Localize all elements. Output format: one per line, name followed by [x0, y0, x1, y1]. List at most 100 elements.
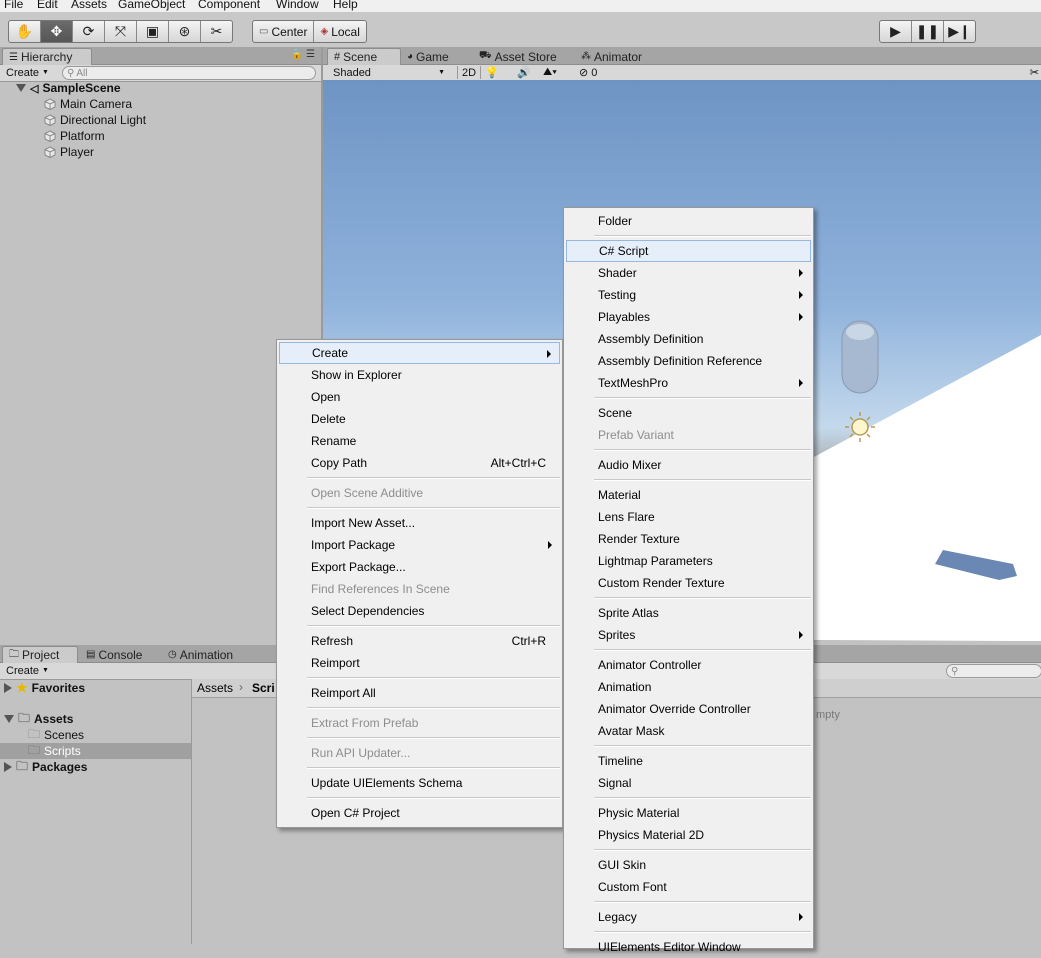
- menu-item-folder[interactable]: Folder: [566, 210, 811, 232]
- menu-item-avatar-mask[interactable]: Avatar Mask: [566, 720, 811, 742]
- menu-item-animator-controller[interactable]: Animator Controller: [566, 654, 811, 676]
- menu-item-show-in-explorer[interactable]: Show in Explorer: [279, 364, 560, 386]
- tab-scene[interactable]: # Scene: [327, 48, 401, 65]
- menu-item-audio-mixer[interactable]: Audio Mixer: [566, 454, 811, 476]
- hand-tool-button[interactable]: ✋: [9, 21, 41, 42]
- hidden-objects-toggle[interactable]: ⊘ 0: [579, 66, 597, 80]
- menu-item-testing[interactable]: Testing: [566, 284, 811, 306]
- menu-item-render-texture[interactable]: Render Texture: [566, 528, 811, 550]
- step-button[interactable]: ▶❙: [944, 21, 975, 42]
- menu-separator: [307, 767, 560, 769]
- play-button[interactable]: ▶: [880, 21, 912, 42]
- rect-tool-button[interactable]: ▣: [137, 21, 169, 42]
- menu-item-create[interactable]: Create: [279, 342, 560, 364]
- lighting-toggle[interactable]: 💡: [485, 66, 499, 79]
- breadcrumb-scripts[interactable]: Scri: [252, 681, 275, 695]
- menu-item-textmeshpro[interactable]: TextMeshPro: [566, 372, 811, 394]
- menu-item-lens-flare[interactable]: Lens Flare: [566, 506, 811, 528]
- menu-item-delete[interactable]: Delete: [279, 408, 560, 430]
- menu-item-material[interactable]: Material: [566, 484, 811, 506]
- hierarchy-item-directional-light[interactable]: Directional Light: [44, 112, 146, 128]
- menu-assets[interactable]: Assets: [71, 0, 107, 11]
- audio-toggle[interactable]: 🔊: [517, 66, 531, 79]
- collapse-arrow-icon[interactable]: [4, 762, 12, 772]
- menu-item-refresh[interactable]: Refresh Ctrl+R: [279, 630, 560, 652]
- transform-tool-button[interactable]: ⊛: [169, 21, 201, 42]
- hierarchy-item-platform[interactable]: Platform: [44, 128, 105, 144]
- menu-item-assembly-definition[interactable]: Assembly Definition: [566, 328, 811, 350]
- shading-mode-dropdown[interactable]: Shaded ▼: [333, 66, 445, 79]
- menu-file[interactable]: File: [4, 0, 23, 11]
- menu-item-physics-material-2d[interactable]: Physics Material 2D: [566, 824, 811, 846]
- menu-item-import-package[interactable]: Import Package: [279, 534, 560, 556]
- menu-item-playables[interactable]: Playables: [566, 306, 811, 328]
- menu-item-export-package[interactable]: Export Package...: [279, 556, 560, 578]
- hierarchy-item-player[interactable]: Player: [44, 144, 94, 160]
- move-tool-button[interactable]: ✥: [41, 21, 73, 42]
- panel-menu-icon[interactable]: 🔒 ☰: [291, 49, 315, 60]
- scale-tool-button[interactable]: ⤧: [105, 21, 137, 42]
- tab-scene-label: Scene: [343, 50, 378, 64]
- expand-arrow-icon[interactable]: [4, 715, 14, 723]
- menu-item-c-script[interactable]: C# Script: [566, 240, 811, 262]
- hierarchy-create-dropdown[interactable]: Create ▼: [6, 66, 49, 79]
- menu-item-label: Reimport All: [311, 686, 376, 700]
- menu-item-update-uielements-schema[interactable]: Update UIElements Schema: [279, 772, 560, 794]
- pause-button[interactable]: ❚❚: [912, 21, 944, 42]
- gizmo-tools-icon[interactable]: ✂: [1030, 66, 1039, 79]
- menu-item-select-dependencies[interactable]: Select Dependencies: [279, 600, 560, 622]
- menu-component[interactable]: Component: [198, 0, 260, 11]
- custom-tool-button[interactable]: ✂: [201, 21, 232, 42]
- tab-animation[interactable]: ◷ Animation: [162, 647, 239, 662]
- hierarchy-search-input[interactable]: ⚲ All: [62, 66, 316, 80]
- menu-item-animator-override-controller[interactable]: Animator Override Controller: [566, 698, 811, 720]
- menu-item-custom-font[interactable]: Custom Font: [566, 876, 811, 898]
- menu-item-legacy[interactable]: Legacy: [566, 906, 811, 928]
- menu-item-open[interactable]: Open: [279, 386, 560, 408]
- menu-gameobject[interactable]: GameObject: [118, 0, 185, 11]
- menu-item-animation[interactable]: Animation: [566, 676, 811, 698]
- expand-arrow-icon[interactable]: [16, 84, 26, 92]
- tab-animator[interactable]: ⁂ Animator: [575, 49, 648, 64]
- tab-asset-store[interactable]: ⛟ Asset Store: [473, 49, 563, 64]
- menu-item-custom-render-texture[interactable]: Custom Render Texture: [566, 572, 811, 594]
- tab-hierarchy[interactable]: ☰ Hierarchy: [2, 48, 92, 65]
- tab-game[interactable]: ◕ Game: [401, 49, 455, 64]
- folder-scripts[interactable]: 🗀 Scripts: [0, 743, 191, 759]
- menu-edit[interactable]: Edit: [37, 0, 58, 11]
- project-search-input[interactable]: ⚲: [946, 664, 1041, 678]
- menu-help[interactable]: Help: [333, 0, 358, 11]
- 2d-toggle[interactable]: 2D: [457, 66, 481, 79]
- menu-item-physic-material[interactable]: Physic Material: [566, 802, 811, 824]
- pivot-local-button[interactable]: ◈ Local: [314, 21, 365, 42]
- pivot-center-button[interactable]: ▭ Center: [253, 21, 315, 42]
- menu-item-shader[interactable]: Shader: [566, 262, 811, 284]
- menu-item-rename[interactable]: Rename: [279, 430, 560, 452]
- menu-item-reimport[interactable]: Reimport: [279, 652, 560, 674]
- menu-item-reimport-all[interactable]: Reimport All: [279, 682, 560, 704]
- tab-project[interactable]: 🗀 Project: [2, 646, 78, 663]
- menu-window[interactable]: Window: [276, 0, 319, 11]
- hierarchy-item-main-camera[interactable]: Main Camera: [44, 96, 132, 112]
- menu-item-gui-skin[interactable]: GUI Skin: [566, 854, 811, 876]
- tab-console[interactable]: ▤ Console: [80, 647, 148, 662]
- favorites-row[interactable]: ★ Favorites: [4, 680, 85, 696]
- menu-item-timeline[interactable]: Timeline: [566, 750, 811, 772]
- menu-item-import-new-asset[interactable]: Import New Asset...: [279, 512, 560, 534]
- menu-item-sprites[interactable]: Sprites: [566, 624, 811, 646]
- menu-item-lightmap-parameters[interactable]: Lightmap Parameters: [566, 550, 811, 572]
- project-create-dropdown[interactable]: Create ▼: [6, 664, 49, 677]
- scene-root[interactable]: ◁ SampleScene: [16, 80, 121, 96]
- rotate-tool-button[interactable]: ⟳: [73, 21, 105, 42]
- menu-item-open-c-project[interactable]: Open C# Project: [279, 802, 560, 824]
- effects-dropdown[interactable]: ⛰▾: [543, 66, 557, 79]
- packages-row[interactable]: 🗀 Packages: [4, 759, 87, 775]
- menu-item-assembly-definition-reference[interactable]: Assembly Definition Reference: [566, 350, 811, 372]
- menu-item-copy-path[interactable]: Copy Path Alt+Ctrl+C: [279, 452, 560, 474]
- collapse-arrow-icon[interactable]: [4, 683, 12, 693]
- breadcrumb-assets[interactable]: Assets: [197, 681, 233, 695]
- menu-item-signal[interactable]: Signal: [566, 772, 811, 794]
- menu-item-sprite-atlas[interactable]: Sprite Atlas: [566, 602, 811, 624]
- menu-item-scene[interactable]: Scene: [566, 402, 811, 424]
- menu-item-uielements-editor-window[interactable]: UIElements Editor Window: [566, 936, 811, 958]
